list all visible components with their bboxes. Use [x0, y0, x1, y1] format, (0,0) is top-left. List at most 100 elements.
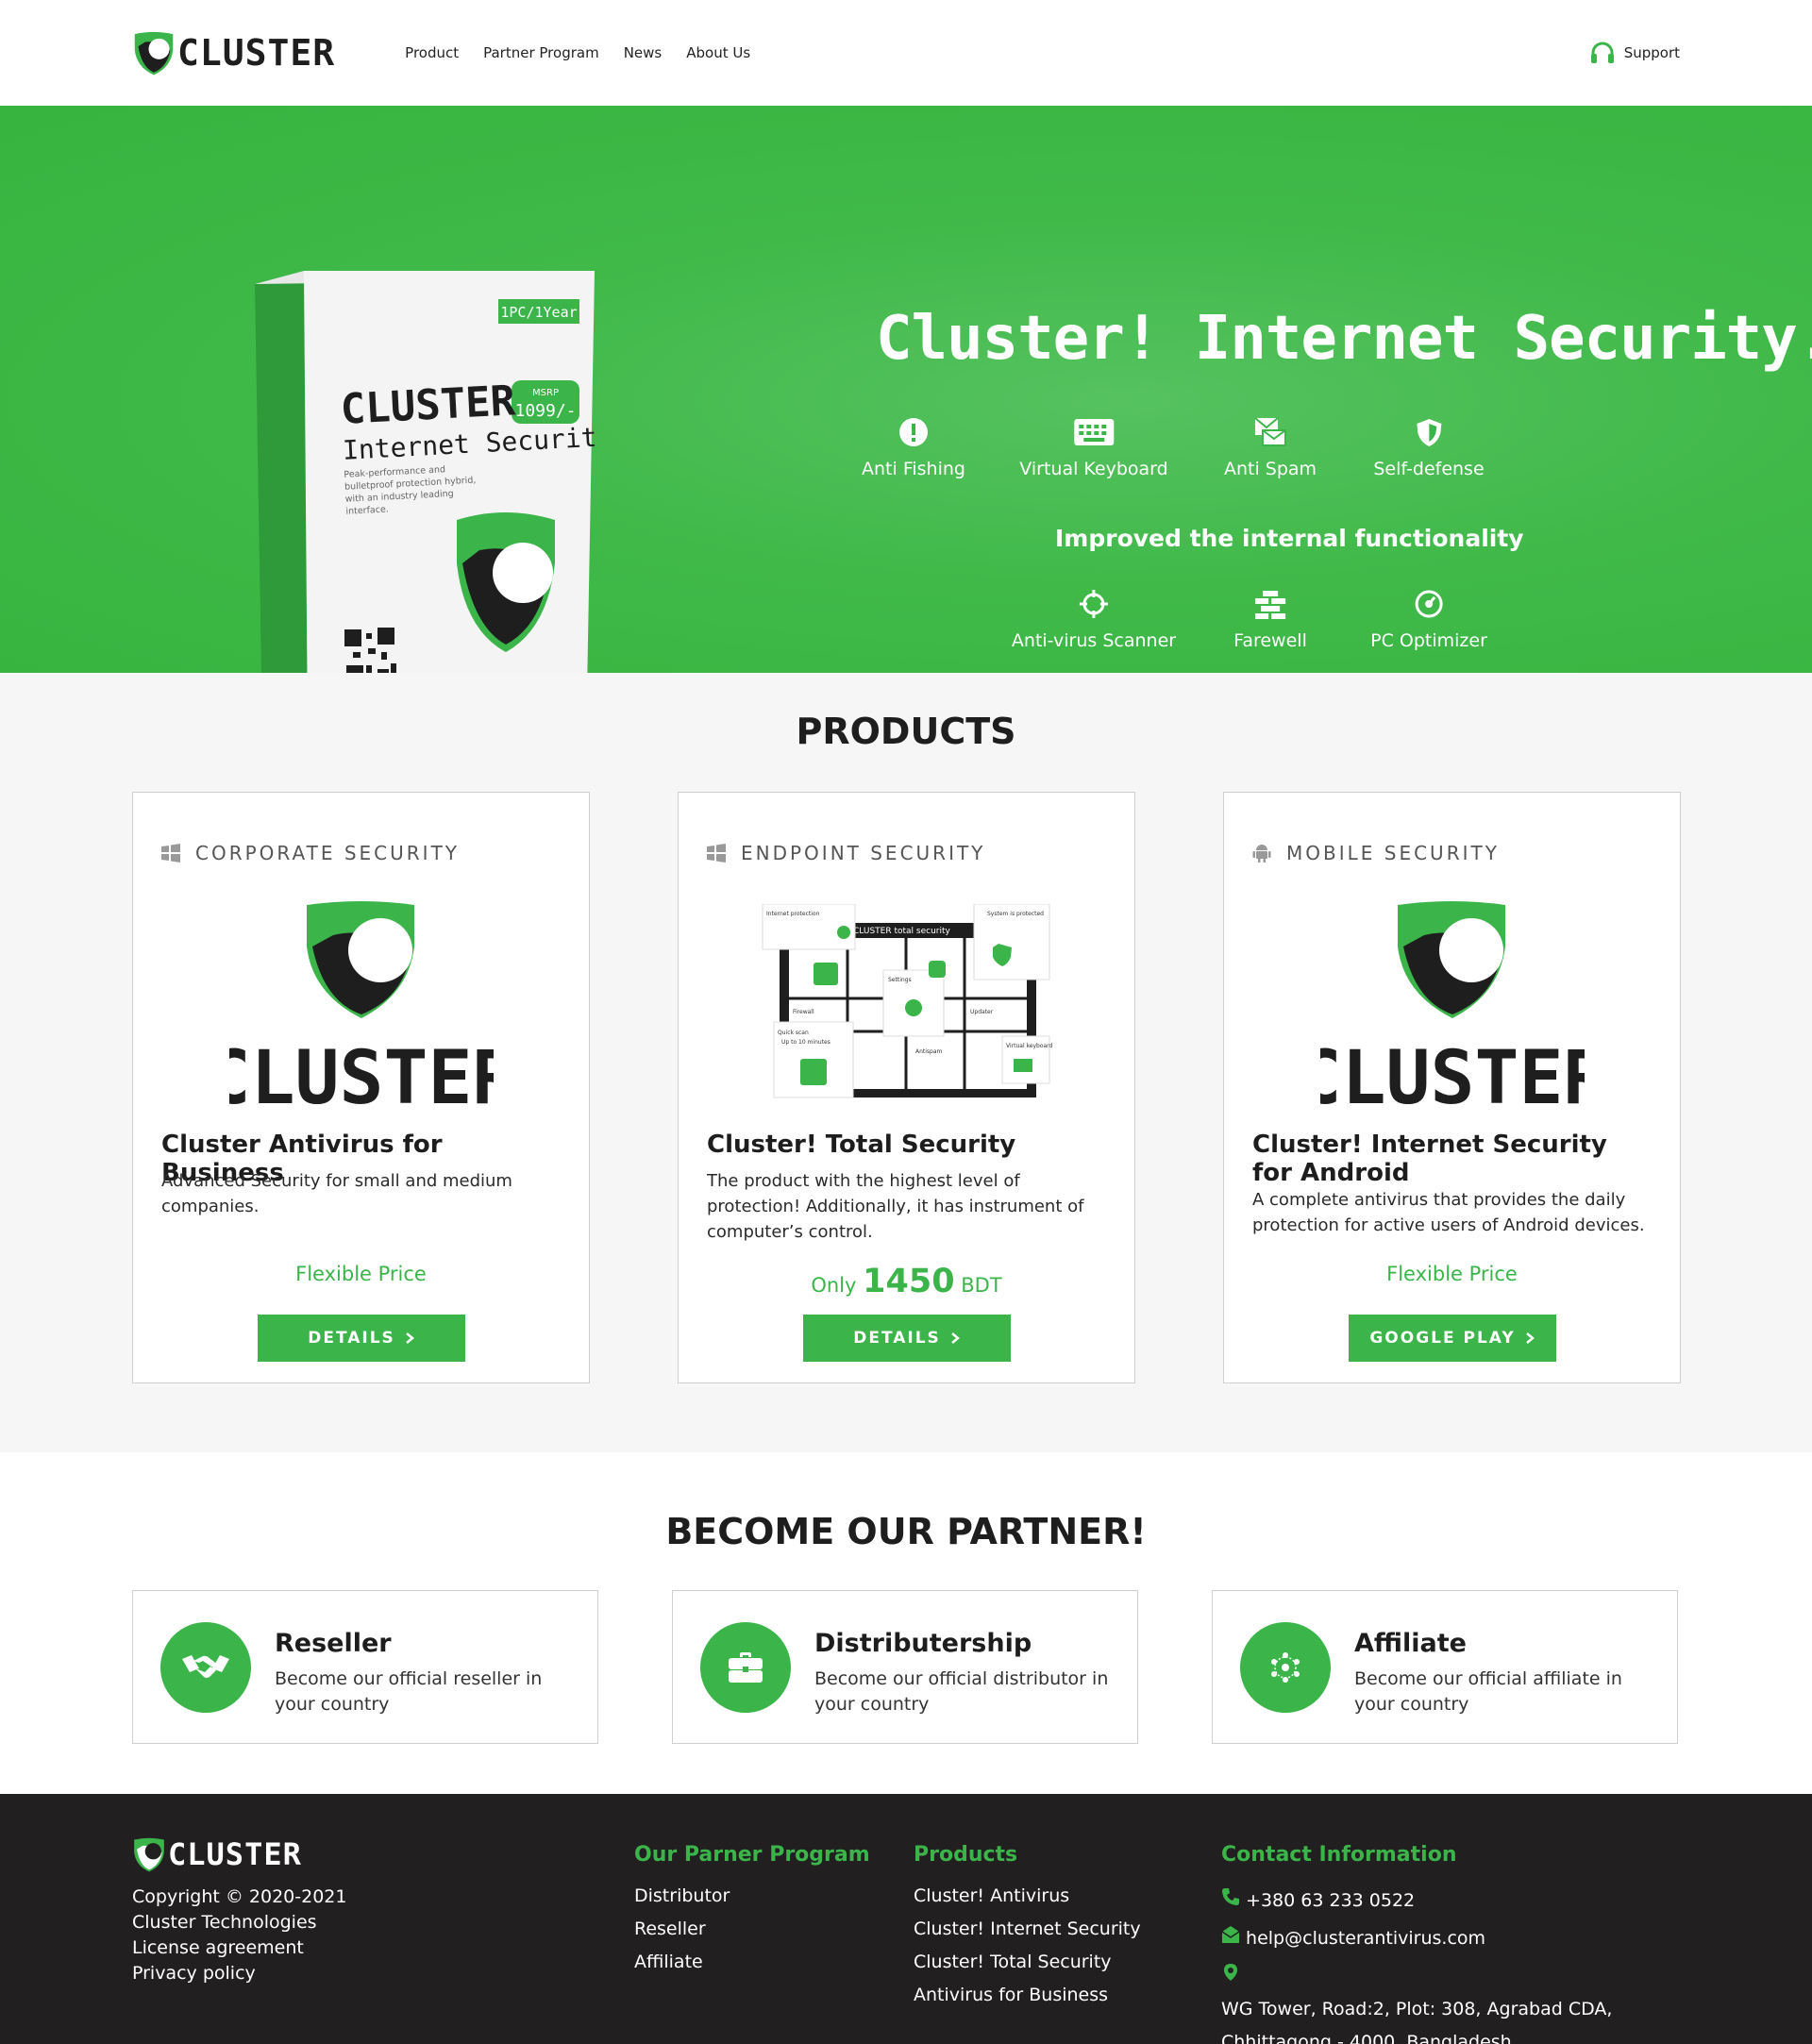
box-msrp-label: MSRP: [532, 388, 559, 398]
details-button[interactable]: DETAILS: [257, 1315, 465, 1362]
footer-link-internet-security[interactable]: Cluster! Internet Security: [914, 1913, 1141, 1946]
partner-icon-circle: [160, 1622, 251, 1713]
category-label: MOBILE SECURITY: [1286, 842, 1500, 864]
headphones-icon: [1590, 42, 1614, 63]
google-play-button[interactable]: GOOGLE PLAY: [1348, 1315, 1556, 1362]
partner-card-affiliate[interactable]: Affiliate Become our official affiliate …: [1212, 1590, 1678, 1744]
feature-antivirus-scanner: Anti-virus Scanner: [1012, 589, 1176, 651]
handshake-icon: [182, 1655, 229, 1678]
company-name: Cluster Technologies: [132, 1912, 317, 1933]
svg-text:Internet protection: Internet protection: [766, 911, 820, 917]
feature-label: Anti Spam: [1223, 459, 1317, 479]
nav-news[interactable]: News: [624, 44, 663, 61]
support-link[interactable]: Support: [1590, 42, 1680, 64]
nav-about-us[interactable]: About Us: [686, 44, 750, 61]
chevron-right-icon: [1525, 1332, 1535, 1344]
feature-label: Self-defense: [1373, 459, 1485, 479]
product-price: Flexible Price: [1386, 1263, 1518, 1285]
products-section: PRODUCTS CORPORATE SECURITY CLUSTER Clus…: [0, 673, 1812, 1452]
feature-label: Virtual Keyboard: [1019, 459, 1168, 479]
logo-wordmark: CLUSTER: [229, 1036, 494, 1116]
footer-logo[interactable]: CLUSTER: [132, 1835, 302, 1873]
partner-icon-circle: [700, 1622, 791, 1713]
spam-mail-icon: [1254, 417, 1286, 446]
product-desc: A complete antivirus that provides the d…: [1252, 1190, 1645, 1235]
svg-text:Virtual keyboard: Virtual keyboard: [1006, 1043, 1053, 1049]
svg-text:Firewall: Firewall: [793, 1009, 814, 1015]
chevron-right-icon: [950, 1332, 960, 1344]
nav-product[interactable]: Product: [405, 44, 459, 61]
footer-partner-program: Our Parner Program Distributor Reseller …: [634, 1843, 870, 1979]
email-address[interactable]: help@clusterantivirus.com: [1246, 1928, 1485, 1949]
footer-link-affiliate[interactable]: Affiliate: [634, 1946, 870, 1979]
feature-virtual-keyboard: Virtual Keyboard: [1019, 417, 1168, 479]
product-desc: The product with the highest level of pr…: [707, 1171, 1084, 1242]
main-nav: Product Partner Program News About Us: [405, 44, 750, 61]
total-security-screenshot: CLUSTER total security Internet protecti…: [679, 895, 1134, 1121]
briefcase-icon: [729, 1652, 763, 1683]
card-category: ENDPOINT SECURITY: [707, 842, 985, 864]
feature-label: Anti Fishing: [862, 459, 965, 479]
footer-link-antivirus[interactable]: Cluster! Antivirus: [914, 1880, 1141, 1913]
footer-col-title: Products: [914, 1843, 1018, 1867]
svg-text:Antispam: Antispam: [915, 1048, 943, 1055]
address-line-1: WG Tower, Road:2, Plot: 308, Agrabad CDA…: [1221, 1999, 1613, 2019]
feature-self-defense: Self-defense: [1373, 417, 1485, 479]
product-card-business: CORPORATE SECURITY CLUSTER Cluster Antiv…: [132, 792, 590, 1383]
footer-link-total-security[interactable]: Cluster! Total Security: [914, 1946, 1141, 1979]
address-line-2: Chhittagong - 4000, Bangladesh: [1221, 2032, 1512, 2044]
feature-label: Anti-virus Scanner: [1011, 630, 1177, 651]
partner-title: Reseller: [275, 1629, 392, 1658]
copyright-text: Copyright © 2020-2021: [132, 1886, 347, 1907]
support-label: Support: [1623, 44, 1680, 61]
footer-link-business[interactable]: Antivirus for Business: [914, 1979, 1141, 2012]
product-box-image: 1PC/1Year MSRP 1099/- CLUSTER Internet S…: [255, 271, 595, 673]
cluster-logo-image: CLUSTER: [133, 895, 589, 1121]
cluster-logo-image: CLUSTER: [1224, 895, 1680, 1121]
feature-farewell: Farewell: [1233, 589, 1307, 651]
contact-email: help@clusterantivirus.com: [1221, 1918, 1612, 1955]
products-title: PRODUCTS: [796, 711, 1016, 752]
button-label: DETAILS: [308, 1329, 395, 1348]
privacy-link[interactable]: Privacy policy: [132, 1961, 346, 1986]
contact-phone: +380 63 233 0522: [1221, 1880, 1612, 1918]
partner-title: Distributership: [814, 1629, 1032, 1658]
product-card-total-security: ENDPOINT SECURITY CLUSTER total security: [678, 792, 1135, 1383]
phone-number[interactable]: +380 63 233 0522: [1246, 1890, 1415, 1911]
button-label: DETAILS: [853, 1329, 941, 1348]
partner-card-reseller[interactable]: Reseller Become our official reseller in…: [132, 1590, 598, 1744]
hero-title: Cluster! Internet Security.: [876, 304, 1812, 374]
crosshair-icon: [1079, 590, 1108, 618]
partner-desc: Become our official reseller in your cou…: [275, 1668, 543, 1715]
footer-link-reseller[interactable]: Reseller: [634, 1913, 870, 1946]
footer-link-distributor[interactable]: Distributor: [634, 1880, 870, 1913]
shield-icon: [1416, 419, 1441, 446]
partner-title: Affiliate: [1354, 1629, 1467, 1658]
feature-anti-spam: Anti Spam: [1224, 417, 1317, 479]
map-pin-icon: [1224, 1964, 1237, 1981]
windows-icon: [707, 844, 726, 863]
details-button[interactable]: DETAILS: [802, 1315, 1011, 1362]
product-card-android: MOBILE SECURITY CLUSTER Cluster! Interne…: [1223, 792, 1681, 1383]
svg-text:Quick scan: Quick scan: [778, 1030, 809, 1036]
partner-card-distributership[interactable]: Distributership Become our official dist…: [672, 1590, 1138, 1744]
shield-logo-icon: [134, 1837, 164, 1872]
svg-text:System is protected: System is protected: [987, 911, 1044, 917]
box-badge: 1PC/1Year: [500, 304, 577, 321]
alert-circle-icon: [899, 418, 928, 446]
gauge-icon: [1415, 590, 1443, 618]
footer-products: Products Cluster! Antivirus Cluster! Int…: [914, 1843, 1141, 2012]
box-brand: CLUSTER: [339, 377, 516, 434]
brand-logo[interactable]: CLUSTER: [132, 28, 335, 77]
svg-text:Updater: Updater: [970, 1009, 994, 1015]
feature-label: PC Optimizer: [1370, 630, 1487, 651]
footer-legal: Copyright © 2020-2021 Cluster Technologi…: [132, 1885, 346, 1986]
partner-icon-circle: [1240, 1622, 1331, 1713]
shield-logo-icon: [134, 31, 174, 75]
nav-partner-program[interactable]: Partner Program: [483, 44, 599, 61]
mail-icon: [1221, 1926, 1240, 1943]
license-link[interactable]: License agreement: [132, 1935, 346, 1961]
product-desc: Advanced Security for small and medium c…: [161, 1171, 512, 1216]
contact-address: WG Tower, Road:2, Plot: 308, Agrabad CDA…: [1221, 1955, 1612, 2044]
feature-pc-optimizer: PC Optimizer: [1370, 589, 1487, 651]
